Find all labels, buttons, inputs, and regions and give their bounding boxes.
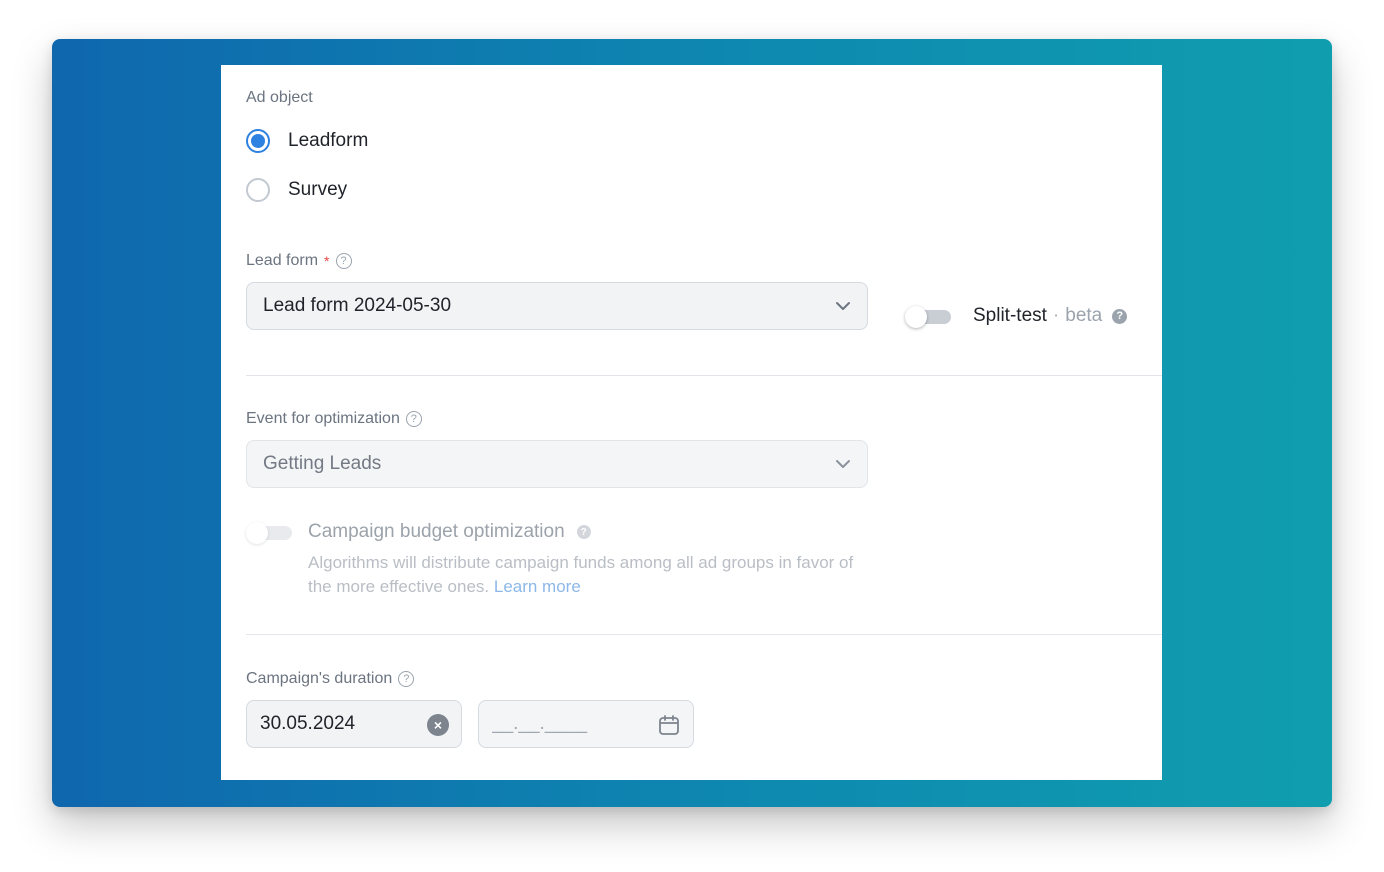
- question-mark-icon[interactable]: ?: [576, 525, 591, 539]
- radio-leadform[interactable]: Leadform: [246, 129, 368, 153]
- event-optimization-select[interactable]: Getting Leads: [246, 440, 868, 488]
- split-test-label: Split-test · beta ?: [973, 305, 1128, 327]
- question-mark-icon[interactable]: ?: [405, 411, 422, 427]
- lead-form-selected-value: Lead form 2024-05-30: [263, 295, 452, 316]
- end-date-input[interactable]: [492, 713, 642, 735]
- radio-button-leadform[interactable]: [246, 129, 270, 153]
- start-date-field[interactable]: 30.05.2024 ×: [246, 700, 462, 748]
- radio-label-leadform: Leadform: [288, 130, 369, 151]
- section-divider: [246, 375, 1162, 376]
- clear-icon[interactable]: ×: [427, 714, 449, 736]
- backdrop: Ad object Leadform Survey Lead form * ? …: [52, 39, 1332, 807]
- lead-form-label: Lead form * ?: [246, 252, 352, 270]
- question-mark-icon[interactable]: ?: [335, 253, 352, 269]
- radio-label-survey: Survey: [288, 179, 348, 200]
- chevron-down-icon: [836, 302, 850, 310]
- toggle-knob: [905, 306, 927, 328]
- calendar-icon[interactable]: [657, 713, 681, 737]
- start-date-value: 30.05.2024: [260, 713, 356, 734]
- event-optimization-selected-value: Getting Leads: [263, 453, 382, 474]
- chevron-down-icon: [836, 460, 850, 468]
- campaign-budget-optimization-toggle[interactable]: [246, 522, 292, 544]
- event-optimization-label: Event for optimization ?: [246, 410, 422, 428]
- radio-button-survey[interactable]: [246, 178, 270, 202]
- campaign-budget-optimization-title: Campaign budget optimization ?: [308, 521, 591, 543]
- section-divider: [246, 634, 1162, 635]
- question-mark-icon[interactable]: ?: [1112, 308, 1128, 324]
- campaign-settings-panel: Ad object Leadform Survey Lead form * ? …: [221, 65, 1162, 780]
- campaign-budget-optimization-description: Algorithms will distribute campaign fund…: [308, 553, 854, 596]
- question-mark-icon[interactable]: ?: [398, 671, 415, 687]
- campaign-duration-label: Campaign's duration ?: [246, 670, 415, 688]
- lead-form-select[interactable]: Lead form 2024-05-30: [246, 282, 868, 330]
- ad-object-label: Ad object: [246, 89, 313, 106]
- split-test-toggle[interactable]: [905, 306, 951, 328]
- toggle-knob: [246, 522, 268, 544]
- beta-badge: beta: [1065, 305, 1103, 326]
- learn-more-link[interactable]: Learn more: [494, 577, 581, 596]
- radio-survey[interactable]: Survey: [246, 178, 347, 202]
- end-date-field[interactable]: [478, 700, 694, 748]
- required-mark: *: [324, 253, 330, 269]
